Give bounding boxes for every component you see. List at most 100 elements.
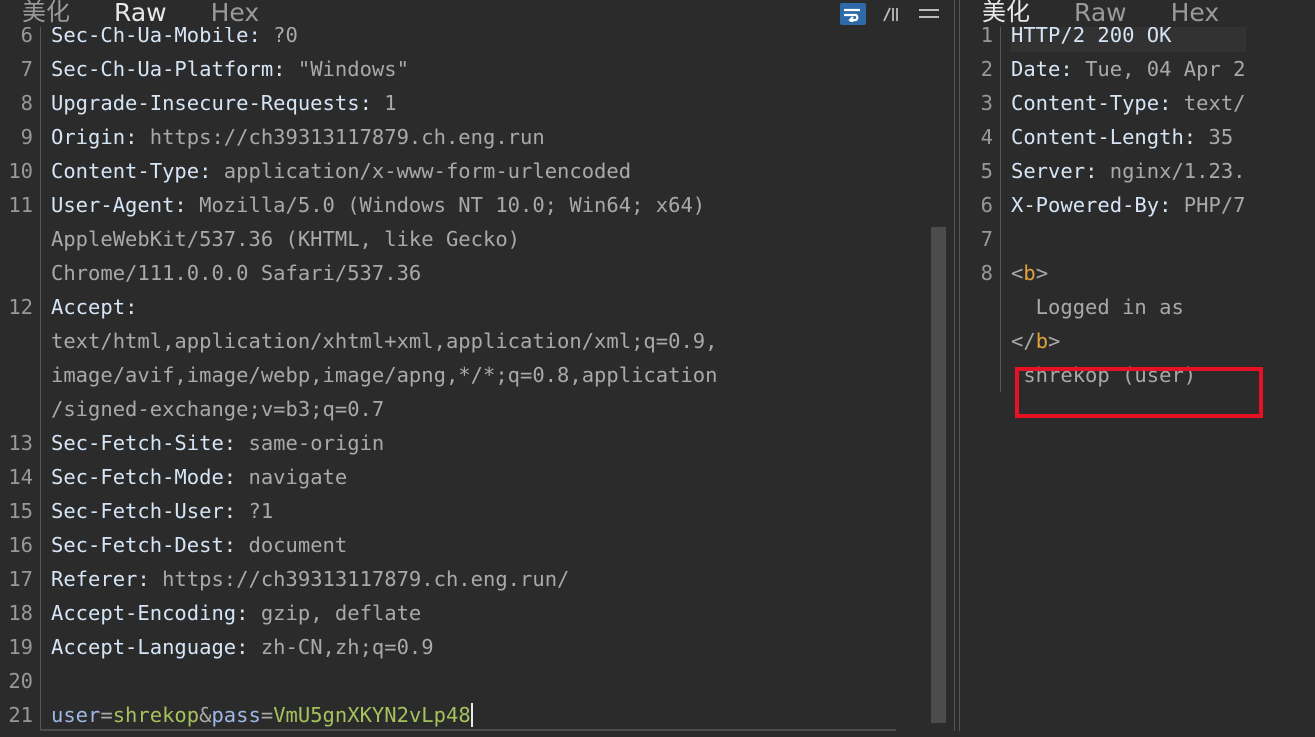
request-line[interactable]: Referer: https://ch39313117879.ch.eng.ru…	[51, 562, 717, 596]
request-line-number: 16	[8, 533, 33, 557]
request-line[interactable]: Sec-Ch-Ua-Mobile: ?0	[51, 27, 717, 52]
response-line-number: 1	[980, 27, 993, 47]
request-line-number: 19	[8, 635, 33, 659]
request-token-val: https://ch39313117879.ch.eng.run	[149, 125, 545, 149]
request-line[interactable]: Sec-Fetch-Site: same-origin	[51, 426, 717, 460]
response-line-number	[960, 324, 993, 358]
response-token-val: >	[1035, 261, 1049, 285]
tab-label: Hex	[210, 0, 260, 27]
response-line-number: 2	[980, 57, 993, 81]
request-token-hdr: :	[248, 27, 274, 47]
response-tabbar: 美化 Raw Hex	[960, 0, 1314, 27]
request-token-val: zh-CN,zh;q=0.9	[260, 635, 434, 659]
request-token-hdr: Sec-Fetch-Mode	[51, 465, 224, 489]
request-line[interactable]: Accept:	[51, 290, 717, 324]
request-editor[interactable]: 6 7 8 9 10 11 12 13 14 15 16 17 18 19 20 21 Sec-Ch-Ua-M…	[0, 27, 954, 737]
response-editor[interactable]: 1 2 3 4 5 6 7 8 HTTP/2 200 OK Date: Tue, 04 Apr …	[960, 27, 1314, 737]
request-vertical-scrollbar[interactable]	[931, 227, 946, 723]
response-line-number: 6	[980, 193, 993, 217]
request-token-hdr: Accept-Encoding	[51, 601, 237, 625]
request-line[interactable]: Chrome/111.0.0.0 Safari/537.36	[51, 256, 717, 290]
request-token-hdr: Sec-Fetch-Dest	[51, 533, 224, 557]
response-line[interactable]: Date: Tue, 04 Apr 2	[1011, 52, 1246, 86]
response-line[interactable]: shrekop (user)	[1011, 358, 1246, 392]
request-line[interactable]: image/avif,image/webp,image/apng,*/*;q=0…	[51, 358, 717, 392]
response-token-hdr: :	[1183, 125, 1209, 149]
request-token-hdr: Origin	[51, 125, 126, 149]
request-line[interactable]: Upgrade-Insecure-Requests: 1	[51, 86, 717, 120]
request-line-number: 13	[8, 431, 33, 455]
response-tab-raw[interactable]: Raw	[1052, 0, 1149, 27]
response-token-hdr: :	[1060, 57, 1086, 81]
response-code: 1 2 3 4 5 6 7 8 HTTP/2 200 OK Date: Tue, 04 Apr …	[960, 27, 1246, 392]
response-line[interactable]	[1011, 222, 1246, 256]
request-token-key: user	[51, 703, 101, 727]
request-line[interactable]: Sec-Ch-Ua-Platform: "Windows"	[51, 52, 717, 86]
request-token-val: ?1	[248, 499, 274, 523]
tab-label: Raw	[114, 0, 167, 27]
response-content[interactable]: HTTP/2 200 OK Date: Tue, 04 Apr 2 Content-…	[1000, 27, 1246, 392]
request-token-hdr: :	[223, 533, 249, 557]
request-tab-raw[interactable]: Raw	[92, 0, 189, 27]
word-wrap-icon[interactable]	[840, 3, 866, 25]
request-line[interactable]: AppleWebKit/537.36 (KHTML, like Gecko)	[51, 222, 717, 256]
tab-label: Hex	[1170, 0, 1220, 27]
response-tab-hex[interactable]: Hex	[1149, 0, 1242, 27]
response-line[interactable]: HTTP/2 200 OK	[1011, 27, 1246, 52]
response-line[interactable]: </b>	[1011, 324, 1246, 358]
request-line-number: 12	[8, 295, 33, 319]
request-tab-pretty[interactable]: 美化	[0, 0, 92, 27]
response-line[interactable]: Server: nginx/1.23.	[1011, 154, 1246, 188]
response-line-number	[960, 358, 993, 392]
request-line-number: 21	[8, 703, 33, 727]
request-line[interactable]: Sec-Fetch-Dest: document	[51, 528, 717, 562]
request-token-val: "Windows"	[297, 57, 409, 81]
request-token-str: VmU5gnXKYN2vLp48	[273, 703, 471, 727]
request-line[interactable]: Origin: https://ch39313117879.ch.eng.run	[51, 120, 717, 154]
request-line-number	[0, 358, 33, 392]
response-panel: 美化 Raw Hex 1 2 3 4 5 6 7 8 HTTP/2 200 OK Date: Tue…	[960, 0, 1314, 737]
request-line-number: 15	[8, 499, 33, 523]
request-token-hdr: :	[236, 601, 261, 625]
request-token-hdr: Sec-Fetch-User	[51, 499, 224, 523]
response-token-hdr: :	[1159, 91, 1184, 115]
response-token-hdr: HTTP/2 200 OK	[1011, 27, 1172, 47]
request-token-str: shrekop	[112, 703, 200, 727]
request-line[interactable]: Accept-Encoding: gzip, deflate	[51, 596, 717, 630]
request-token-hdr: :	[125, 295, 138, 319]
newline-escape-icon[interactable]	[878, 3, 904, 25]
request-token-hdr: Content-Type	[51, 159, 200, 183]
request-line[interactable]: User-Agent: Mozilla/5.0 (Windows NT 10.0…	[51, 188, 717, 222]
request-token-hdr: Accept-Language	[51, 635, 237, 659]
response-line[interactable]: X-Powered-By: PHP/7	[1011, 188, 1246, 222]
request-line-number: 9	[20, 125, 33, 149]
request-line[interactable]: Accept-Language: zh-CN,zh;q=0.9	[51, 630, 717, 664]
request-tabbar: 美化 Raw Hex	[0, 0, 954, 27]
request-panel: 美化 Raw Hex 6 7 8 9 10 11 12 13 14 15 16 …	[0, 0, 955, 737]
request-line[interactable]: Sec-Fetch-User: ?1	[51, 494, 717, 528]
request-line-number: 20	[8, 669, 33, 693]
request-token-val: ?0	[273, 27, 298, 47]
request-token-hdr: :	[223, 465, 249, 489]
request-line[interactable]: Sec-Fetch-Mode: navigate	[51, 460, 717, 494]
hamburger-menu-icon[interactable]	[916, 3, 942, 25]
response-line[interactable]: <b>	[1011, 256, 1246, 290]
response-line[interactable]: Content-Type: text/	[1011, 86, 1246, 120]
request-tab-hex[interactable]: Hex	[189, 0, 282, 27]
request-line-number	[0, 392, 33, 426]
response-token-val: Tue, 04 Apr 2	[1085, 57, 1246, 81]
request-line[interactable]: text/html,application/xhtml+xml,applicat…	[51, 324, 717, 358]
response-tab-pretty[interactable]: 美化	[960, 0, 1052, 27]
request-line[interactable]	[51, 664, 717, 698]
request-line[interactable]: /signed-exchange;v=b3;q=0.7	[51, 392, 717, 426]
request-token-hdr: Sec-Ch-Ua-Mobile	[51, 27, 249, 47]
request-vertical-scroll-thumb[interactable]	[931, 227, 946, 723]
response-line[interactable]: Content-Length: 35	[1011, 120, 1246, 154]
response-line[interactable]: Logged in as	[1011, 290, 1246, 324]
request-line[interactable]: user=shrekop&pass=VmU5gnXKYN2vLp48	[51, 698, 717, 732]
response-line-number: 7	[980, 227, 993, 251]
request-line[interactable]: Content-Type: application/x-www-form-url…	[51, 154, 717, 188]
response-line-number: 5	[980, 159, 993, 183]
request-content[interactable]: Sec-Ch-Ua-Mobile: ?0 Sec-Ch-Ua-Platform: …	[40, 27, 717, 732]
request-line-number: 18	[8, 601, 33, 625]
